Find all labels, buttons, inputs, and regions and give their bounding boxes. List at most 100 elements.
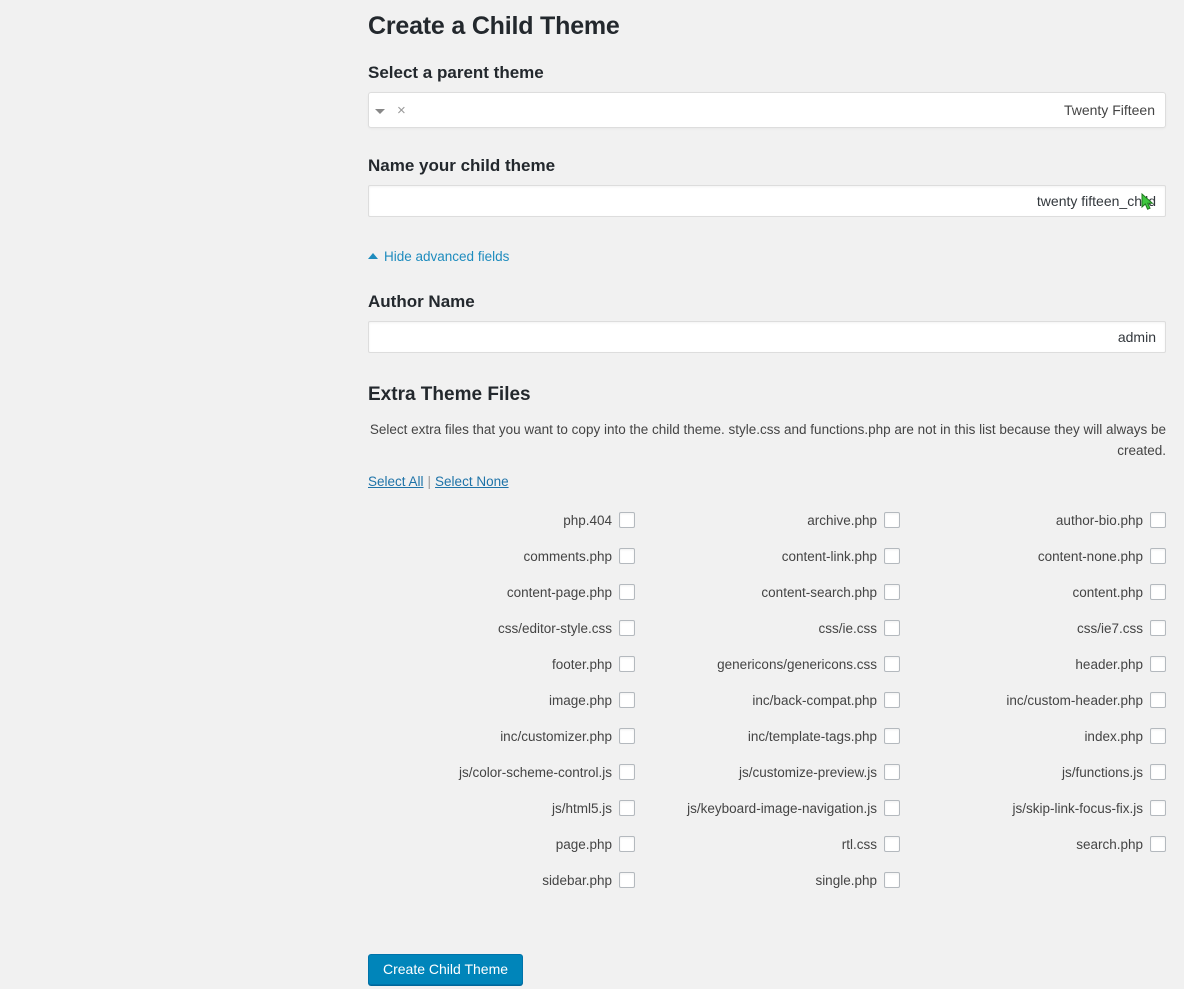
create-child-theme-page: Create a Child Theme Select a parent the… [0, 0, 1184, 989]
file-checkbox-row[interactable]: page.php [368, 826, 635, 862]
file-checkbox-row[interactable]: content.php [900, 574, 1166, 610]
checkbox-icon[interactable] [1150, 764, 1166, 780]
create-child-theme-button[interactable]: Create Child Theme [368, 954, 524, 985]
checkbox-icon[interactable] [619, 764, 635, 780]
file-name-label: rtl.css [841, 836, 877, 852]
file-checkbox-row[interactable]: inc/custom-header.php [900, 682, 1166, 718]
checkbox-icon[interactable] [1150, 548, 1166, 564]
file-checkbox-row[interactable]: php.404 [368, 502, 635, 538]
checkbox-icon[interactable] [619, 512, 635, 528]
parent-theme-field-row: Twenty Fifteen × [368, 92, 1166, 128]
author-name-input[interactable] [368, 321, 1166, 353]
file-checkbox-row[interactable]: content-page.php [368, 574, 635, 610]
file-checkbox-row[interactable]: inc/back-compat.php [635, 682, 900, 718]
file-checkbox-row[interactable]: js/color-scheme-control.js [368, 754, 635, 790]
file-name-label: js/keyboard-image-navigation.js [687, 800, 877, 816]
checkbox-icon[interactable] [1150, 620, 1166, 636]
checkbox-icon[interactable] [619, 656, 635, 672]
select-all-link[interactable]: Select All [368, 474, 424, 489]
file-checkbox-row[interactable]: js/customize-preview.js [635, 754, 900, 790]
file-checkbox-row[interactable]: single.php [635, 862, 900, 898]
parent-theme-select[interactable]: Twenty Fifteen × [368, 92, 1166, 128]
file-checkbox-row[interactable]: inc/customizer.php [368, 718, 635, 754]
file-name-label: genericons/genericons.css [717, 656, 877, 672]
checkbox-icon[interactable] [619, 836, 635, 852]
file-name-label: index.php [1084, 728, 1143, 744]
select-links-row: Select All | Select None [368, 474, 1166, 489]
file-checkbox-row[interactable]: author-bio.php [900, 502, 1166, 538]
file-checkbox-row[interactable]: js/html5.js [368, 790, 635, 826]
checkbox-icon[interactable] [884, 728, 900, 744]
file-checkbox-row[interactable]: comments.php [368, 538, 635, 574]
file-checkbox-row[interactable]: index.php [900, 718, 1166, 754]
file-checkbox-row[interactable]: css/ie.css [635, 610, 900, 646]
advanced-toggle-row: Hide advanced fields [368, 246, 1166, 264]
submit-row: Create Child Theme [368, 954, 1166, 985]
file-checkbox-row[interactable]: inc/template-tags.php [635, 718, 900, 754]
extra-files-grid: author-bio.php content-none.php content.ph… [368, 502, 1166, 898]
file-checkbox-row[interactable]: content-none.php [900, 538, 1166, 574]
file-checkbox-row[interactable]: css/ie7.css [900, 610, 1166, 646]
hide-advanced-fields-label: Hide advanced fields [384, 248, 510, 264]
file-checkbox-row[interactable]: content-search.php [635, 574, 900, 610]
file-checkbox-row[interactable]: js/skip-link-focus-fix.js [900, 790, 1166, 826]
file-checkbox-row[interactable]: css/editor-style.css [368, 610, 635, 646]
file-checkbox-row[interactable]: search.php [900, 826, 1166, 862]
file-checkbox-row[interactable]: archive.php [635, 502, 900, 538]
checkbox-icon[interactable] [1150, 800, 1166, 816]
file-name-label: css/editor-style.css [497, 620, 612, 636]
checkbox-icon[interactable] [884, 656, 900, 672]
clear-icon[interactable]: × [391, 103, 412, 118]
file-name-label: js/functions.js [1061, 764, 1143, 780]
checkbox-icon[interactable] [884, 872, 900, 888]
checkbox-icon[interactable] [619, 728, 635, 744]
extra-files-help-text: Select extra files that you want to copy… [368, 419, 1166, 461]
checkbox-icon[interactable] [884, 584, 900, 600]
file-checkbox-row[interactable]: image.php [368, 682, 635, 718]
file-name-label: content-none.php [1037, 548, 1143, 564]
checkbox-icon[interactable] [1150, 656, 1166, 672]
checkbox-icon[interactable] [1150, 728, 1166, 744]
file-name-label: single.php [815, 872, 877, 888]
parent-theme-selected-value: Twenty Fifteen [1063, 102, 1155, 118]
checkbox-icon[interactable] [1150, 584, 1166, 600]
file-checkbox-row[interactable]: genericons/genericons.css [635, 646, 900, 682]
checkbox-icon[interactable] [884, 764, 900, 780]
file-checkbox-row[interactable]: js/keyboard-image-navigation.js [635, 790, 900, 826]
hide-advanced-fields-link[interactable]: Hide advanced fields [368, 249, 509, 264]
file-checkbox-row[interactable]: header.php [900, 646, 1166, 682]
checkbox-icon[interactable] [1150, 692, 1166, 708]
file-name-label: css/ie.css [818, 620, 877, 636]
select-none-link[interactable]: Select None [435, 474, 509, 489]
file-name-label: inc/template-tags.php [747, 728, 877, 744]
author-name-field-row [368, 321, 1166, 353]
checkbox-icon[interactable] [619, 548, 635, 564]
file-checkbox-row[interactable]: rtl.css [635, 826, 900, 862]
checkbox-icon[interactable] [619, 872, 635, 888]
file-checkbox-row[interactable]: footer.php [368, 646, 635, 682]
checkbox-icon[interactable] [619, 692, 635, 708]
child-theme-name-label: Name your child theme [368, 156, 556, 175]
checkbox-icon[interactable] [619, 800, 635, 816]
file-checkbox-row[interactable]: js/functions.js [900, 754, 1166, 790]
file-name-label: sidebar.php [542, 872, 612, 888]
checkbox-icon[interactable] [884, 800, 900, 816]
file-checkbox-row[interactable]: content-link.php [635, 538, 900, 574]
checkbox-icon[interactable] [619, 584, 635, 600]
checkbox-icon[interactable] [1150, 512, 1166, 528]
file-checkbox-row[interactable]: sidebar.php [368, 862, 635, 898]
file-name-label: js/customize-preview.js [738, 764, 877, 780]
child-theme-name-input[interactable] [368, 185, 1166, 217]
checkbox-icon[interactable] [619, 620, 635, 636]
file-name-label: content-page.php [506, 584, 612, 600]
chevron-down-icon[interactable] [369, 101, 391, 119]
checkbox-icon[interactable] [884, 836, 900, 852]
checkbox-icon[interactable] [1150, 836, 1166, 852]
file-name-label: content.php [1072, 584, 1143, 600]
file-name-label: js/skip-link-focus-fix.js [1012, 800, 1143, 816]
checkbox-icon[interactable] [884, 548, 900, 564]
checkbox-icon[interactable] [884, 620, 900, 636]
checkbox-icon[interactable] [884, 692, 900, 708]
file-name-label: page.php [555, 836, 612, 852]
checkbox-icon[interactable] [884, 512, 900, 528]
